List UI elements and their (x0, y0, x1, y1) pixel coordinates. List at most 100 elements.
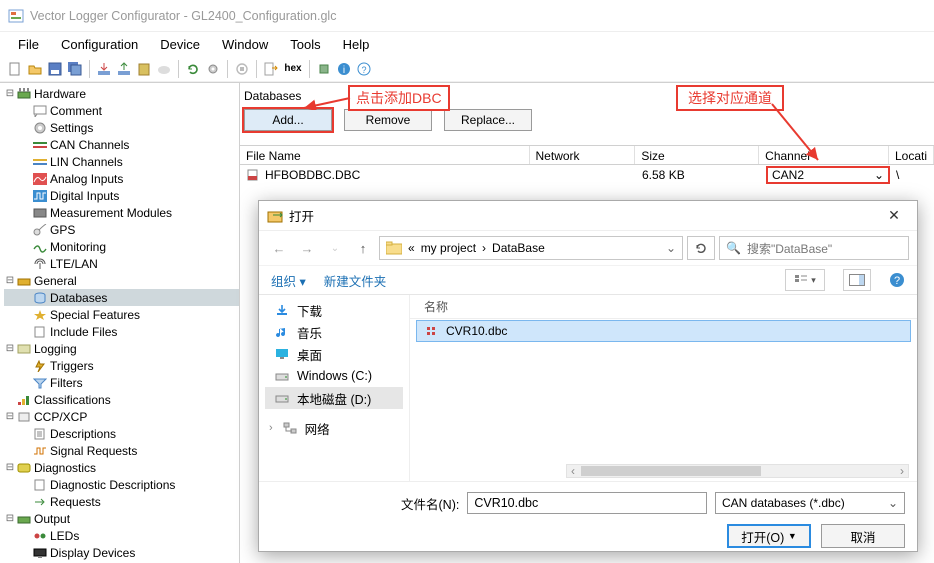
add-button[interactable]: Add... (244, 109, 332, 131)
close-icon[interactable]: ✕ (879, 207, 909, 224)
col-channel[interactable]: Channel (759, 146, 889, 164)
tree-can[interactable]: CAN Channels (4, 136, 239, 153)
tree-lin[interactable]: LIN Channels (4, 153, 239, 170)
music-icon (275, 326, 289, 338)
nav-up-icon[interactable]: ↑ (351, 236, 375, 260)
menu-window[interactable]: Window (222, 37, 268, 52)
refresh-icon[interactable] (184, 60, 202, 78)
tree-triggers[interactable]: Triggers (4, 357, 239, 374)
file-list[interactable]: 名称 CVR10.dbc ‹ › (409, 295, 917, 481)
file-item-selected[interactable]: CVR10.dbc (416, 320, 911, 342)
tree-display[interactable]: Display Devices (4, 544, 239, 561)
tree-desc[interactable]: Descriptions (4, 425, 239, 442)
sidebar-desktop[interactable]: 桌面 (265, 343, 403, 365)
nav-history-icon[interactable]: ⌄ (323, 236, 347, 260)
remove-button[interactable]: Remove (344, 109, 432, 131)
breadcrumb[interactable]: « my project › DataBase ⌄ (379, 236, 683, 260)
tree-settings[interactable]: Settings (4, 119, 239, 136)
col-location[interactable]: Locati (889, 146, 934, 164)
tree-filters[interactable]: Filters (4, 374, 239, 391)
open-button[interactable]: 打开(O) ▼ (727, 524, 811, 548)
sidebar-downloads[interactable]: 下载 (265, 299, 403, 321)
open-icon[interactable] (26, 60, 44, 78)
saveall-icon[interactable] (66, 60, 84, 78)
menu-tools[interactable]: Tools (290, 37, 320, 52)
sidebar-drive-d[interactable]: 本地磁盘 (D:) (265, 387, 403, 409)
filelist-col-name[interactable]: 名称 (410, 295, 917, 319)
tree-digital[interactable]: Digital Inputs (4, 187, 239, 204)
tree-ccp[interactable]: ⊟CCP/XCP (4, 408, 239, 425)
stop-icon[interactable] (233, 60, 251, 78)
sidebar-drive-c[interactable]: Windows (C:) (265, 365, 403, 387)
filetype-combo[interactable]: CAN databases (*.dbc)⌄ (715, 492, 905, 514)
new-icon[interactable] (6, 60, 24, 78)
window-title: Vector Logger Configurator - GL2400_Conf… (30, 9, 336, 23)
tree-requests[interactable]: Requests (4, 493, 239, 510)
chevron-down-icon: ⌄ (888, 496, 898, 510)
sidebar-network[interactable]: ›网络 (265, 417, 403, 439)
tree-classifications[interactable]: ⊟Classifications (4, 391, 239, 408)
info-icon[interactable]: i (335, 60, 353, 78)
refresh-button[interactable] (687, 236, 715, 260)
tree-comment[interactable]: Comment (4, 102, 239, 119)
tree-diagnostics[interactable]: ⊟Diagnostics (4, 459, 239, 476)
tree-include[interactable]: Include Files (4, 323, 239, 340)
cancel-button[interactable]: 取消 (821, 524, 905, 548)
tree-analog[interactable]: Analog Inputs (4, 170, 239, 187)
svg-text:?: ? (894, 275, 900, 287)
tree-lte[interactable]: LTE/LAN (4, 255, 239, 272)
tree-gps[interactable]: GPS (4, 221, 239, 238)
menu-configuration[interactable]: Configuration (61, 37, 138, 52)
search-input[interactable]: 🔍 搜索"DataBase" (719, 236, 909, 260)
tree-special[interactable]: Special Features (4, 306, 239, 323)
tree-modules[interactable]: Measurement Modules (4, 204, 239, 221)
expand-icon[interactable]: › (269, 422, 273, 434)
clip-icon[interactable] (135, 60, 153, 78)
nav-tree[interactable]: ⊟Hardware Comment Settings CAN Channels … (0, 83, 240, 563)
path-drop-icon[interactable]: ⌄ (666, 241, 676, 255)
cloud-icon[interactable] (155, 60, 173, 78)
replace-button[interactable]: Replace... (444, 109, 532, 131)
nav-back-icon[interactable]: ← (267, 236, 291, 260)
tree-logging[interactable]: ⊟Logging (4, 340, 239, 357)
chip-icon[interactable] (315, 60, 333, 78)
tree-general[interactable]: ⊟General (4, 272, 239, 289)
tree-monitoring[interactable]: Monitoring (4, 238, 239, 255)
col-filename[interactable]: File Name (240, 146, 530, 164)
sidebar-music[interactable]: 音乐 (265, 321, 403, 343)
scrollbar-thumb[interactable] (581, 466, 761, 476)
nav-forward-icon: → (295, 236, 319, 260)
menu-file[interactable]: File (18, 37, 39, 52)
preview-pane-button[interactable] (843, 269, 871, 291)
toolbar: hex i ? (0, 56, 934, 82)
channel-combo[interactable]: CAN2 ⌄ (766, 166, 890, 184)
tree-diagdesc[interactable]: Diagnostic Descriptions (4, 476, 239, 493)
horizontal-scrollbar[interactable]: ‹ › (566, 464, 909, 478)
menu-help[interactable]: Help (343, 37, 370, 52)
col-network[interactable]: Network (530, 146, 636, 164)
help-icon[interactable]: ? (355, 60, 373, 78)
network-icon (283, 422, 297, 434)
path-seg-1[interactable]: my project (421, 241, 476, 255)
gear-icon[interactable] (204, 60, 222, 78)
save-icon[interactable] (46, 60, 64, 78)
col-size[interactable]: Size (635, 146, 759, 164)
menu-device[interactable]: Device (160, 37, 200, 52)
filename-input[interactable] (467, 492, 707, 514)
table-row[interactable]: HFBOBDBC.DBC 6.58 KB CAN2 ⌄ \ (240, 165, 934, 185)
annotation-add-dbc: 点击添加DBC (348, 85, 450, 111)
tree-leds[interactable]: LEDs (4, 527, 239, 544)
dialog-help-icon[interactable]: ? (889, 272, 905, 288)
hex-label[interactable]: hex (282, 60, 304, 78)
newfolder-button[interactable]: 新建文件夹 (324, 271, 387, 290)
path-seg-2[interactable]: DataBase (492, 241, 545, 255)
upload-icon[interactable] (115, 60, 133, 78)
view-mode-button[interactable]: ▾ (785, 269, 825, 291)
tree-hardware[interactable]: ⊟Hardware (4, 85, 239, 102)
tree-sigreq[interactable]: Signal Requests (4, 442, 239, 459)
download-icon[interactable] (95, 60, 113, 78)
export-icon[interactable] (262, 60, 280, 78)
tree-databases[interactable]: Databases (4, 289, 239, 306)
organize-menu[interactable]: 组织 ▾ (271, 271, 306, 290)
tree-output[interactable]: ⊟Output (4, 510, 239, 527)
